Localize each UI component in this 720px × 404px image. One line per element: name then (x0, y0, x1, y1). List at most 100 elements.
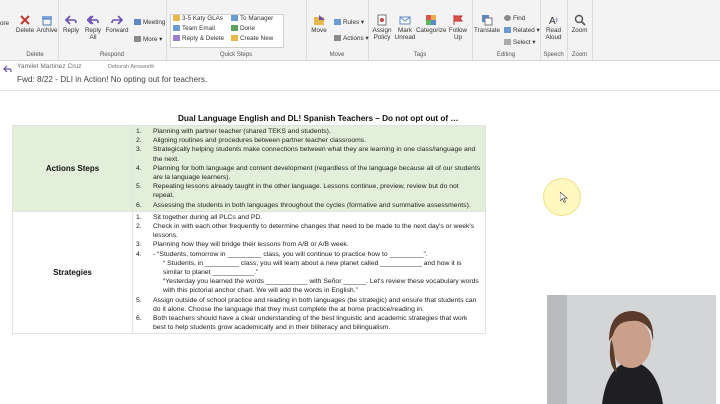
tags-group: Assign Policy Mark Unread Categorize Fol… (368, 0, 473, 60)
lightning-icon (231, 35, 238, 41)
mark-label-2: Unread (394, 34, 416, 41)
find-button[interactable]: Find (504, 15, 525, 23)
zoom-button[interactable]: Zoom (568, 14, 591, 34)
zoom-group-label: Zoom (571, 52, 588, 58)
forward-button[interactable]: Forward (104, 14, 130, 34)
mark-unread-button[interactable]: Mark Unread (394, 14, 416, 41)
presenter-video-icon (547, 295, 716, 404)
quick-step-create-new[interactable]: Create New (231, 35, 273, 43)
follow-up-button[interactable]: Follow Up (447, 14, 469, 41)
quick-step-done-label: Done (240, 25, 256, 32)
assign-policy-button[interactable]: Assign Policy (370, 14, 394, 41)
magnifier-icon (574, 14, 586, 26)
follow-label-2: Up (453, 34, 463, 41)
more-button[interactable]: More ▾ (134, 36, 162, 44)
read-label-2: Aloud (545, 34, 562, 41)
list-item: 3. Strategically helping students make co… (133, 145, 481, 163)
archive-label: Archive (36, 27, 58, 34)
row-heading-strategies: Strategies (12, 210, 133, 335)
quick-step-team-email-label: Team Email (182, 25, 215, 32)
categorize-button[interactable]: Categorize (416, 14, 446, 34)
list-item-number: 1. (136, 128, 142, 135)
ribbon: ore Delete Archive Delete Reply Reply Al… (0, 0, 720, 61)
sender-name[interactable]: Yamilet Martinez Cruz (17, 63, 81, 70)
forward-arrow-icon (111, 15, 123, 25)
list-item-number: 6. (136, 315, 142, 323)
quick-step-to-manager-label: To Manager (240, 15, 274, 22)
actions-icon (334, 35, 341, 41)
list-item-text: Planning for both language and content d… (153, 164, 481, 182)
related-button[interactable]: Related ▾ (504, 27, 540, 35)
list-item: “ Students, in _________ class, you will… (133, 259, 481, 277)
calendar-icon (134, 19, 141, 25)
quick-step-done[interactable]: Done (231, 25, 255, 33)
screencast-watermark: RECORDED WITH SCREENCAST MATIC (8, 374, 133, 392)
quick-step-katy-glas[interactable]: 3-5 Katy GLAs (173, 15, 223, 23)
list-item: 6. Assessing the students in both languag… (133, 201, 481, 210)
quick-step-reply-delete[interactable]: Reply & Delete (173, 35, 224, 43)
watermark-line2: SCREENCAST (8, 380, 84, 392)
mouse-pointer-icon (560, 192, 568, 203)
list-item: 5. Repeating lessons already taught in th… (133, 182, 481, 200)
list-item-text: Assessing the students in both languages… (153, 201, 471, 209)
read-label-1: Read (545, 27, 562, 34)
find-icon (504, 15, 511, 21)
select-label: Select (513, 39, 531, 46)
list-item: 2. Aligning routines and procedures betwe… (133, 136, 481, 145)
delete-label: Delete (15, 27, 35, 34)
policy-icon (377, 14, 387, 26)
list-item-text: Strategically helping students make conn… (153, 146, 476, 163)
actions-button[interactable]: Actions ▾ (334, 35, 369, 43)
meeting-label: Meeting (143, 19, 166, 26)
move-folder-icon (313, 15, 325, 25)
check-icon (231, 25, 238, 31)
archive-button[interactable]: Archive (36, 14, 58, 34)
list-item: 4. - “Students, tomorrow in _________ cla… (133, 250, 481, 259)
move-button[interactable]: Move (308, 14, 330, 34)
list-item-text: Sit together during all PLCs and PD. (153, 213, 263, 221)
list-item-number: 3. (136, 241, 142, 249)
strategies-list: 1. Sit together during all PLCs and PD. 2.… (133, 212, 485, 334)
forward-label: Forward (105, 27, 129, 34)
translate-icon (482, 15, 493, 26)
translate-button[interactable]: Translate (473, 14, 501, 34)
read-aloud-button[interactable]: A Read Aloud (542, 14, 565, 41)
list-item-number: 5. (136, 183, 142, 191)
select-button[interactable]: Select ▾ (504, 39, 535, 47)
quick-steps-label: Quick Steps (219, 52, 253, 58)
reply-status-icon (3, 65, 12, 73)
list-item: “Yesterday you learned the words _______… (133, 277, 481, 295)
table-row-strategies: Strategies 1. Sit together during all PLC… (12, 210, 486, 335)
list-item-number: 2. (136, 137, 142, 145)
list-item-number: 5. (136, 296, 142, 304)
quick-step-to-manager[interactable]: To Manager (231, 15, 273, 23)
list-item-number: 6. (136, 201, 142, 209)
list-item-number: 1. (136, 213, 142, 221)
list-item: 4. Planning for both language and content… (133, 164, 481, 182)
list-item-text: Planning with partner teacher (shared TE… (153, 128, 331, 135)
document-title: Dual Language English and DL! Spanish Te… (178, 114, 459, 123)
row-heading-actions: Actions Steps (12, 125, 133, 212)
quick-step-katy-glas-label: 3-5 Katy GLAs (182, 15, 223, 22)
reply-all-button[interactable]: Reply All (82, 14, 104, 41)
assign-label-2: Policy (373, 34, 391, 41)
webcam-overlay (547, 295, 716, 404)
meeting-button[interactable]: Meeting (134, 19, 165, 27)
sender-email[interactable]: Deborah Ainsworth (108, 64, 154, 70)
list-item-text: Check in with each other frequently to d… (153, 223, 475, 240)
editing-group-label: Editing (496, 52, 516, 58)
tags-group-label: Tags (413, 52, 427, 58)
list-item-text: “Yesterday you learned the words _______… (163, 278, 479, 295)
reply-all-icon (87, 15, 99, 25)
list-item-text: Assign outside of school practice and re… (153, 296, 477, 313)
message-subject: Fwd: 8/22 - DLI in Action! No opting out… (17, 75, 208, 84)
rules-button[interactable]: Rules ▾ (334, 19, 364, 27)
delete-button[interactable]: Delete (14, 14, 36, 34)
categorize-label: Categorize (416, 27, 447, 34)
more-cut-label[interactable]: ore (0, 20, 9, 28)
reply-button[interactable]: Reply (61, 14, 81, 34)
record-dot-icon (86, 380, 96, 389)
rules-label: Rules (343, 19, 360, 26)
quick-step-team-email[interactable]: Team Email (173, 25, 215, 33)
categorize-icon (426, 15, 436, 25)
